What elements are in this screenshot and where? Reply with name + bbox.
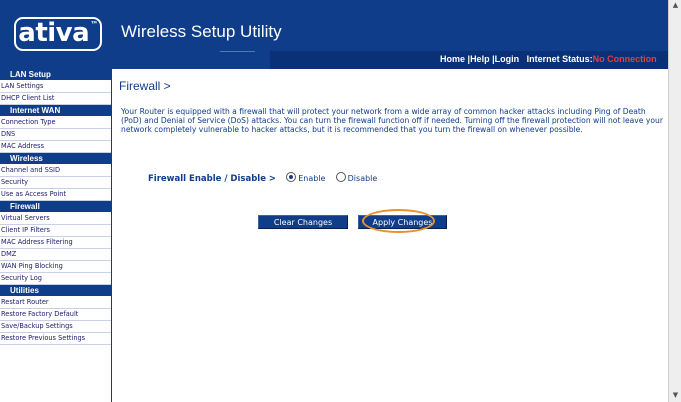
help-link[interactable]: Help [470,54,490,64]
sidebar-section-internet-wan[interactable]: Internet WAN [0,105,111,117]
sidebar-item-dmz[interactable]: DMZ [0,249,111,261]
home-link[interactable]: Home [440,54,465,64]
sidebar-nav: LAN Setup LAN Settings DHCP Client List … [0,69,112,402]
clear-changes-button[interactable]: Clear Changes [258,215,348,229]
sidebar-item-use-as-access-point[interactable]: Use as Access Point [0,189,111,201]
disable-radio[interactable] [335,172,346,182]
app-title: Wireless Setup Utility [121,22,282,41]
internet-status-value: No Connection [592,54,657,64]
internet-status-label: Internet Status: [526,54,593,64]
sidebar-item-restart-router[interactable]: Restart Router [0,297,111,309]
sidebar-item-wan-ping-blocking[interactable]: WAN Ping Blocking [0,261,111,273]
firewall-description: Your Router is equipped with a firewall … [121,107,663,134]
logo-trademark: ™ [90,20,98,29]
sidebar-item-mac-address-filtering[interactable]: MAC Address Filtering [0,237,111,249]
sidebar-item-client-ip-filters[interactable]: Client IP Filters [0,225,111,237]
sidebar-item-security-log[interactable]: Security Log [0,273,111,285]
sidebar-section-firewall[interactable]: Firewall [0,201,111,213]
sidebar-item-mac-address[interactable]: MAC Address [0,141,111,153]
sidebar-item-lan-settings[interactable]: LAN Settings [0,81,111,93]
sidebar-section-utilities[interactable]: Utilities [0,285,111,297]
sidebar-item-dns[interactable]: DNS [0,129,111,141]
page-title: Firewall > [119,79,171,93]
disable-radio-label[interactable]: Disable [348,174,378,183]
sidebar-item-security[interactable]: Security [0,177,111,189]
login-link[interactable]: Login [495,54,520,64]
firewall-toggle-row: Firewall Enable / Disable > Enable Disab… [148,172,377,185]
header-links: Home |Help |Login Internet Status:No Con… [440,53,657,65]
sidebar-item-restore-previous-settings[interactable]: Restore Previous Settings [0,333,111,345]
sidebar-item-channel-and-ssid[interactable]: Channel and SSID [0,165,111,177]
sidebar-section-lan-setup[interactable]: LAN Setup [0,69,111,81]
sidebar-item-connection-type[interactable]: Connection Type [0,117,111,129]
ativa-logo: ativa™ [14,17,102,51]
sidebar-item-save-backup-settings[interactable]: Save/Backup Settings [0,321,111,333]
sidebar-section-wireless[interactable]: Wireless [0,153,111,165]
sidebar-item-restore-factory-default[interactable]: Restore Factory Default [0,309,111,321]
firewall-toggle-label: Firewall Enable / Disable > [148,174,277,184]
vertical-scrollbar[interactable]: ▲ ▼ [668,0,681,402]
apply-highlight-ring [362,209,435,233]
enable-radio[interactable] [286,172,297,182]
sidebar-item-dhcp-client-list[interactable]: DHCP Client List [0,93,111,105]
sidebar-item-virtual-servers[interactable]: Virtual Servers [0,213,111,225]
header-bar: ativa™ Wireless Setup Utility Home |Help… [0,0,668,69]
scroll-down-icon[interactable]: ▼ [671,391,680,400]
logo-text: ativa [18,18,90,48]
scroll-up-icon[interactable]: ▲ [671,1,680,10]
enable-radio-label[interactable]: Enable [298,174,325,183]
